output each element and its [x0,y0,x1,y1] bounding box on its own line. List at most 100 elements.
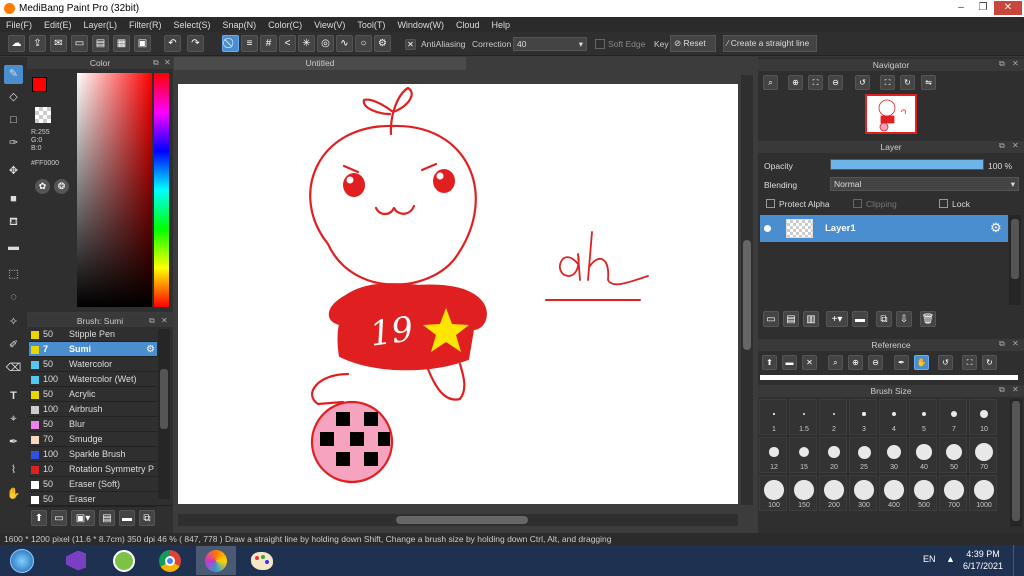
language-indicator[interactable]: EN [923,554,936,564]
duplicate-layer-icon[interactable]: ⧉ [876,311,892,327]
magic-wand-tool-icon[interactable]: ✧ [4,313,23,332]
close-panel-icon[interactable]: ✕ [1012,385,1019,394]
minimize-button[interactable]: – [950,1,972,15]
zoom-in-icon[interactable]: ⊕ [788,75,803,90]
snap-ellipse-icon[interactable]: ○ [355,35,372,52]
brush-size-cell[interactable]: 30 [879,437,907,473]
flip-icon[interactable]: ⇋ [921,75,936,90]
reference-rotate-right-icon[interactable]: ↻ [982,355,997,370]
menu-snap[interactable]: Snap(N) [217,20,263,30]
fit-view-icon[interactable]: ⛶ [880,75,895,90]
brush-size-cell[interactable]: 50 [939,437,967,473]
paint-icon[interactable] [242,546,282,575]
brush-size-cell[interactable]: 2 [819,399,847,435]
reference-zoom-fit-icon[interactable]: ⌕ [828,355,843,370]
reference-eyedropper-icon[interactable]: ✒ [894,355,909,370]
brush-size-cell[interactable]: 4 [879,399,907,435]
select-eraser-tool-icon[interactable]: ⌫ [4,359,23,378]
brush-size-cell[interactable]: 1000 [969,475,997,511]
close-panel-icon[interactable]: ✕ [1012,59,1019,68]
brush-size-cell[interactable]: 25 [849,437,877,473]
menu-filter[interactable]: Filter(R) [123,20,168,30]
new-8bit-layer-icon[interactable]: ▥ [803,311,819,327]
chrome-icon[interactable] [150,546,190,575]
gear-icon[interactable]: ⚙ [990,220,1002,236]
brush-list-scrollbar[interactable] [158,329,170,499]
actual-size-icon[interactable]: ⛶ [808,75,823,90]
brush-size-cell[interactable]: 200 [819,475,847,511]
add-brush-icon[interactable]: ⬆ [31,510,47,526]
brush-item[interactable]: 50 Eraser (Soft) [29,477,157,492]
brush-item[interactable]: 10 Rotation Symmetry P [29,462,157,477]
export-icon[interactable]: ▣ [134,35,151,52]
color-wheel-icon[interactable]: ❂ [54,179,69,194]
brush-item[interactable]: 50 Acrylic [29,387,157,402]
brush-size-cell[interactable]: 12 [759,437,787,473]
vertical-scrollbar[interactable] [741,75,753,505]
move-tool-icon[interactable]: ✥ [4,162,23,181]
correction-select[interactable]: 40 ▾ [513,37,587,51]
close-button[interactable]: ✕ [994,1,1022,15]
menu-tool[interactable]: Tool(T) [351,20,391,30]
reference-fit-icon[interactable]: ⛶ [962,355,977,370]
brush-size-cell[interactable]: 300 [849,475,877,511]
menu-color[interactable]: Color(C) [262,20,308,30]
brush-item[interactable]: 100 Watercolor (Wet) [29,372,157,387]
brush-item[interactable]: 50 Watercolor [29,357,157,372]
brush-size-cell[interactable]: 400 [879,475,907,511]
menu-select[interactable]: Select(S) [168,20,217,30]
saturation-value-picker[interactable] [77,73,152,307]
gear-icon[interactable]: ⚙ [146,342,155,357]
text-tool-icon[interactable]: T [4,387,23,406]
share-icon[interactable]: ⇪ [29,35,46,52]
brush-size-cell[interactable]: 3 [849,399,877,435]
reference-open-icon[interactable]: ▬ [782,355,797,370]
brush-size-cell[interactable]: 700 [939,475,967,511]
merge-layer-icon[interactable]: ⇩ [896,311,912,327]
protect-alpha-checkbox[interactable] [766,199,775,208]
float-icon[interactable]: ⧉ [149,316,155,326]
brush-size-cell[interactable]: 20 [819,437,847,473]
reference-zoom-out-icon[interactable]: ⊖ [868,355,883,370]
brush-size-cell[interactable]: 15 [789,437,817,473]
snap-curve-icon[interactable]: ∿ [336,35,353,52]
dot-tool-icon[interactable]: □ [4,111,23,130]
app-green-icon[interactable] [104,546,144,575]
comment-icon[interactable]: ✉ [50,35,67,52]
zoom-fit-icon[interactable]: ⌕ [763,75,778,90]
duplicate-brush-icon[interactable]: ⧉ [139,510,155,526]
brush-size-cell[interactable]: 7 [939,399,967,435]
transparent-color-swatch[interactable] [35,107,51,123]
lock-checkbox[interactable] [939,199,948,208]
brush-menu-icon[interactable]: ▣▾ [71,510,95,526]
eyedropper-tool-icon[interactable]: ⌇ [4,461,23,480]
visual-studio-icon[interactable] [56,546,96,575]
eraser-tool-icon[interactable]: ◇ [4,88,23,107]
snap-settings-icon[interactable]: ⚙ [374,35,391,52]
brush-item[interactable]: 7 Sumi ⚙ [29,342,157,357]
gradient-tool-icon[interactable]: ▬ [4,238,23,257]
delete-layer-icon[interactable]: 🗑 [920,311,936,327]
close-panel-icon[interactable]: ✕ [1012,339,1019,348]
brush-item[interactable]: 50 Blur [29,417,157,432]
snap-cross-icon[interactable]: # [260,35,277,52]
menu-edit[interactable]: Edit(E) [38,20,78,30]
bucket-tool-icon[interactable]: ⛾ [4,213,23,232]
hue-slider[interactable] [154,73,169,307]
start-button[interactable] [2,546,42,575]
brush-size-cell[interactable]: 100 [759,475,787,511]
brush-tool-icon[interactable]: ✎ [4,65,23,84]
brush-size-cell[interactable]: 500 [909,475,937,511]
reset-button[interactable]: ⊘ Reset [670,35,716,52]
snap-radial-icon[interactable]: ✳ [298,35,315,52]
visibility-icon[interactable] [764,225,771,232]
float-icon[interactable]: ⧉ [999,59,1005,69]
horizontal-scrollbar[interactable] [178,514,738,526]
menu-view[interactable]: View(V) [308,20,351,30]
brush-folder-icon[interactable]: ▬ [119,510,135,526]
close-panel-icon[interactable]: ✕ [161,316,168,325]
new-layer-icon[interactable]: ▭ [763,311,779,327]
layer-folder-icon[interactable]: ▬ [852,311,868,327]
reference-rotate-left-icon[interactable]: ↺ [938,355,953,370]
rotate-right-icon[interactable]: ↻ [900,75,915,90]
